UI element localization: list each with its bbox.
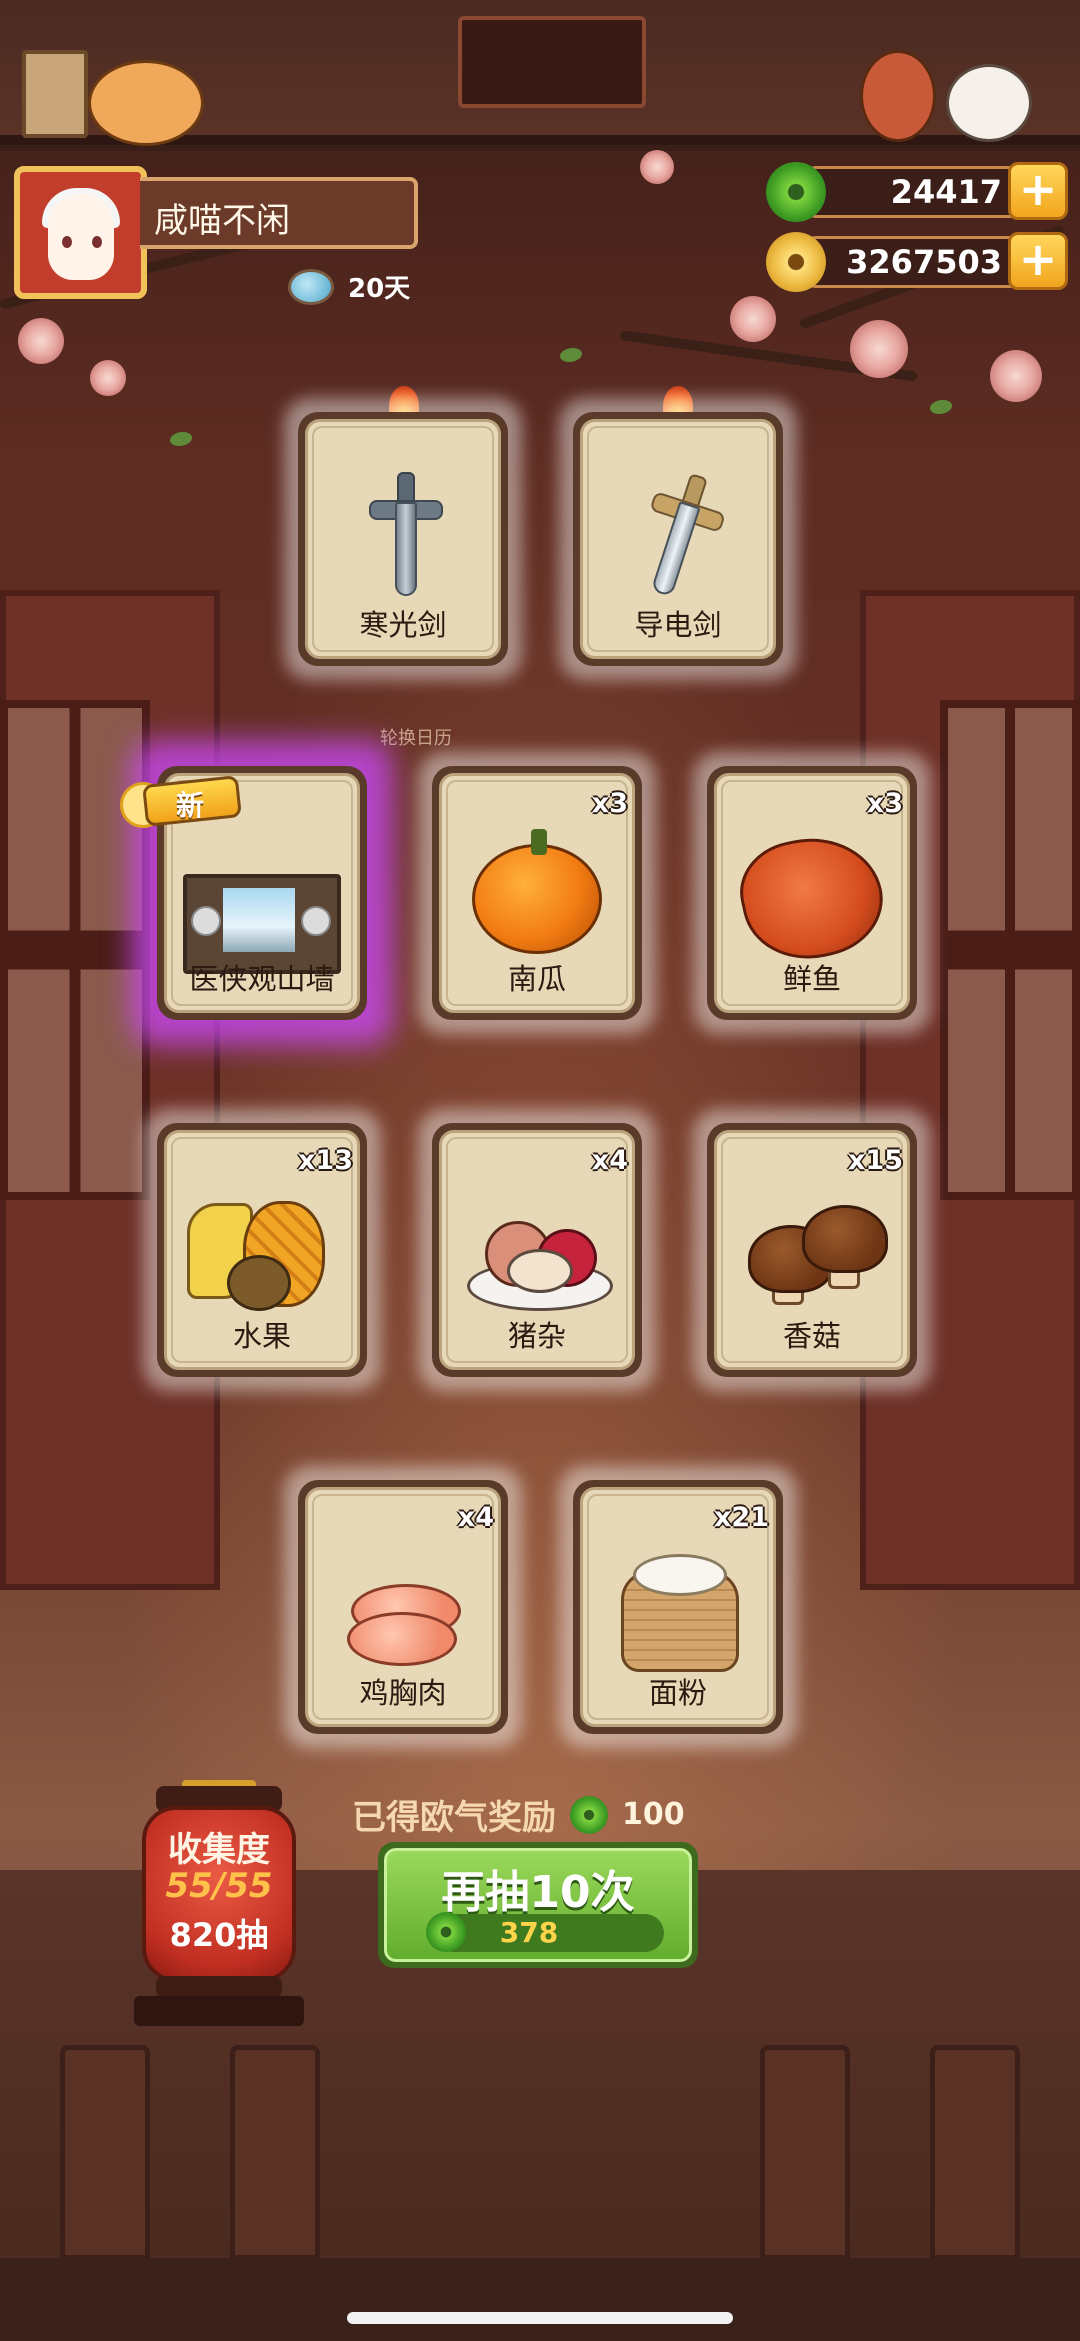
jade-coin-icon [570,1795,608,1834]
fence-post [60,2045,150,2260]
reward-card[interactable]: 寒光剑 [284,398,522,680]
card-qty: x21 [714,1502,769,1533]
reward-card[interactable]: x3 鲜鱼 [693,752,931,1034]
card-name: 水果 [232,1319,291,1353]
mushroom-icon [742,1201,888,1321]
card-qty: x4 [457,1502,494,1533]
blossom-icon [640,150,674,184]
card-name: 医侠观山墙 [189,962,335,996]
pumpkin-icon [472,829,602,954]
reward-card[interactable]: x13 水果 [143,1109,381,1391]
card-qty: x3 [866,788,903,819]
blossom-icon [730,296,776,342]
draw-cost: 378 [426,1912,664,1952]
card-name: 猪杂 [507,1319,566,1353]
player-name: 咸喵不闲 [154,201,290,241]
reward-card[interactable]: x21 面粉 [559,1466,797,1748]
chicken-breast-icon [343,1574,463,1666]
collection-progress: 55/55 [165,1866,273,1906]
reward-card[interactable]: x4 鸡胸肉 [284,1466,522,1748]
draw-cost-value: 378 [499,1916,559,1949]
silver-sword-icon [638,472,726,598]
avatar-face [48,194,114,280]
fence-post [230,2045,320,2260]
draw-ten-button[interactable]: 再抽10次 378 [378,1842,698,1968]
lantern-bottom [156,1976,282,1998]
card-name: 寒光剑 [359,608,447,642]
card-qty: x3 [591,788,628,819]
right-window [940,700,1080,1200]
pork-offal-icon [467,1201,613,1311]
calendar-label: 轮换日历 [380,728,452,749]
card-name: 鸡胸肉 [359,1676,447,1710]
card-name: 香菇 [782,1319,841,1353]
bottom-bar [0,2258,1080,2341]
blossom-icon [90,360,126,396]
add-jade-button[interactable]: + [1008,162,1068,220]
scroll-icon[interactable] [22,50,88,138]
dark-sword-icon [363,472,443,596]
fence-post [760,2045,850,2260]
jade-coin-icon [766,162,826,222]
card-name: 鲜鱼 [782,962,841,996]
luck-reward: 已得欧气奖励 100 [352,1790,685,1839]
fish-icon [731,824,893,972]
reward-card[interactable]: x4 猪杂 [418,1109,656,1391]
jade-value: 24417 [890,173,1002,211]
lantern-stand [134,1996,304,2026]
reward-card[interactable]: x15 香菇 [693,1109,931,1391]
flour-sack-icon [613,1540,743,1672]
card-name: 南瓜 [507,962,566,996]
card-name: 导电剑 [634,608,722,642]
blossom-icon [850,320,908,378]
card-qty: x13 [298,1145,353,1176]
white-cat-icon [946,64,1032,142]
card-qty: x15 [848,1145,903,1176]
new-badge-text: 新 [176,789,205,822]
luck-reward-text: 已得欧气奖励 [352,1798,556,1838]
fence-post [930,2045,1020,2260]
gold-value: 3267503 [846,243,1002,281]
chef-icon [860,50,936,142]
jade-currency: 24417 + [766,162,1076,222]
days-counter: 20天 [288,268,410,305]
player-name-bar: 咸喵不闲 [140,177,418,249]
gold-coin-icon [766,232,826,292]
player-avatar[interactable] [14,166,147,299]
card-name: 面粉 [648,1676,707,1710]
collection-draws: 820抽 [169,1916,269,1954]
card-qty: x4 [591,1145,628,1176]
collection-title: 收集度 [168,1830,270,1870]
avatar-eye [92,236,102,248]
draw-button-label: 再抽10次 [441,1867,635,1918]
reward-card[interactable]: 导电剑 [559,398,797,680]
gold-currency: 3267503 + [766,232,1076,292]
new-badge: 新 [120,774,250,828]
home-indicator[interactable] [347,2312,733,2324]
blossom-icon [18,318,64,364]
luck-reward-amount: 100 [622,1797,685,1832]
days-text: 20天 [348,274,411,304]
blossom-icon [990,350,1042,402]
collection-lantern[interactable]: 收集度 55/55 820抽 [134,1780,304,2040]
reward-card[interactable]: x3 南瓜 [418,752,656,1034]
avatar-eye [62,236,72,248]
portrait-icon [458,16,646,108]
fruit-icon [187,1193,337,1313]
cat-icon [88,60,204,146]
globe-icon [288,268,334,305]
add-gold-button[interactable]: + [1008,232,1068,290]
